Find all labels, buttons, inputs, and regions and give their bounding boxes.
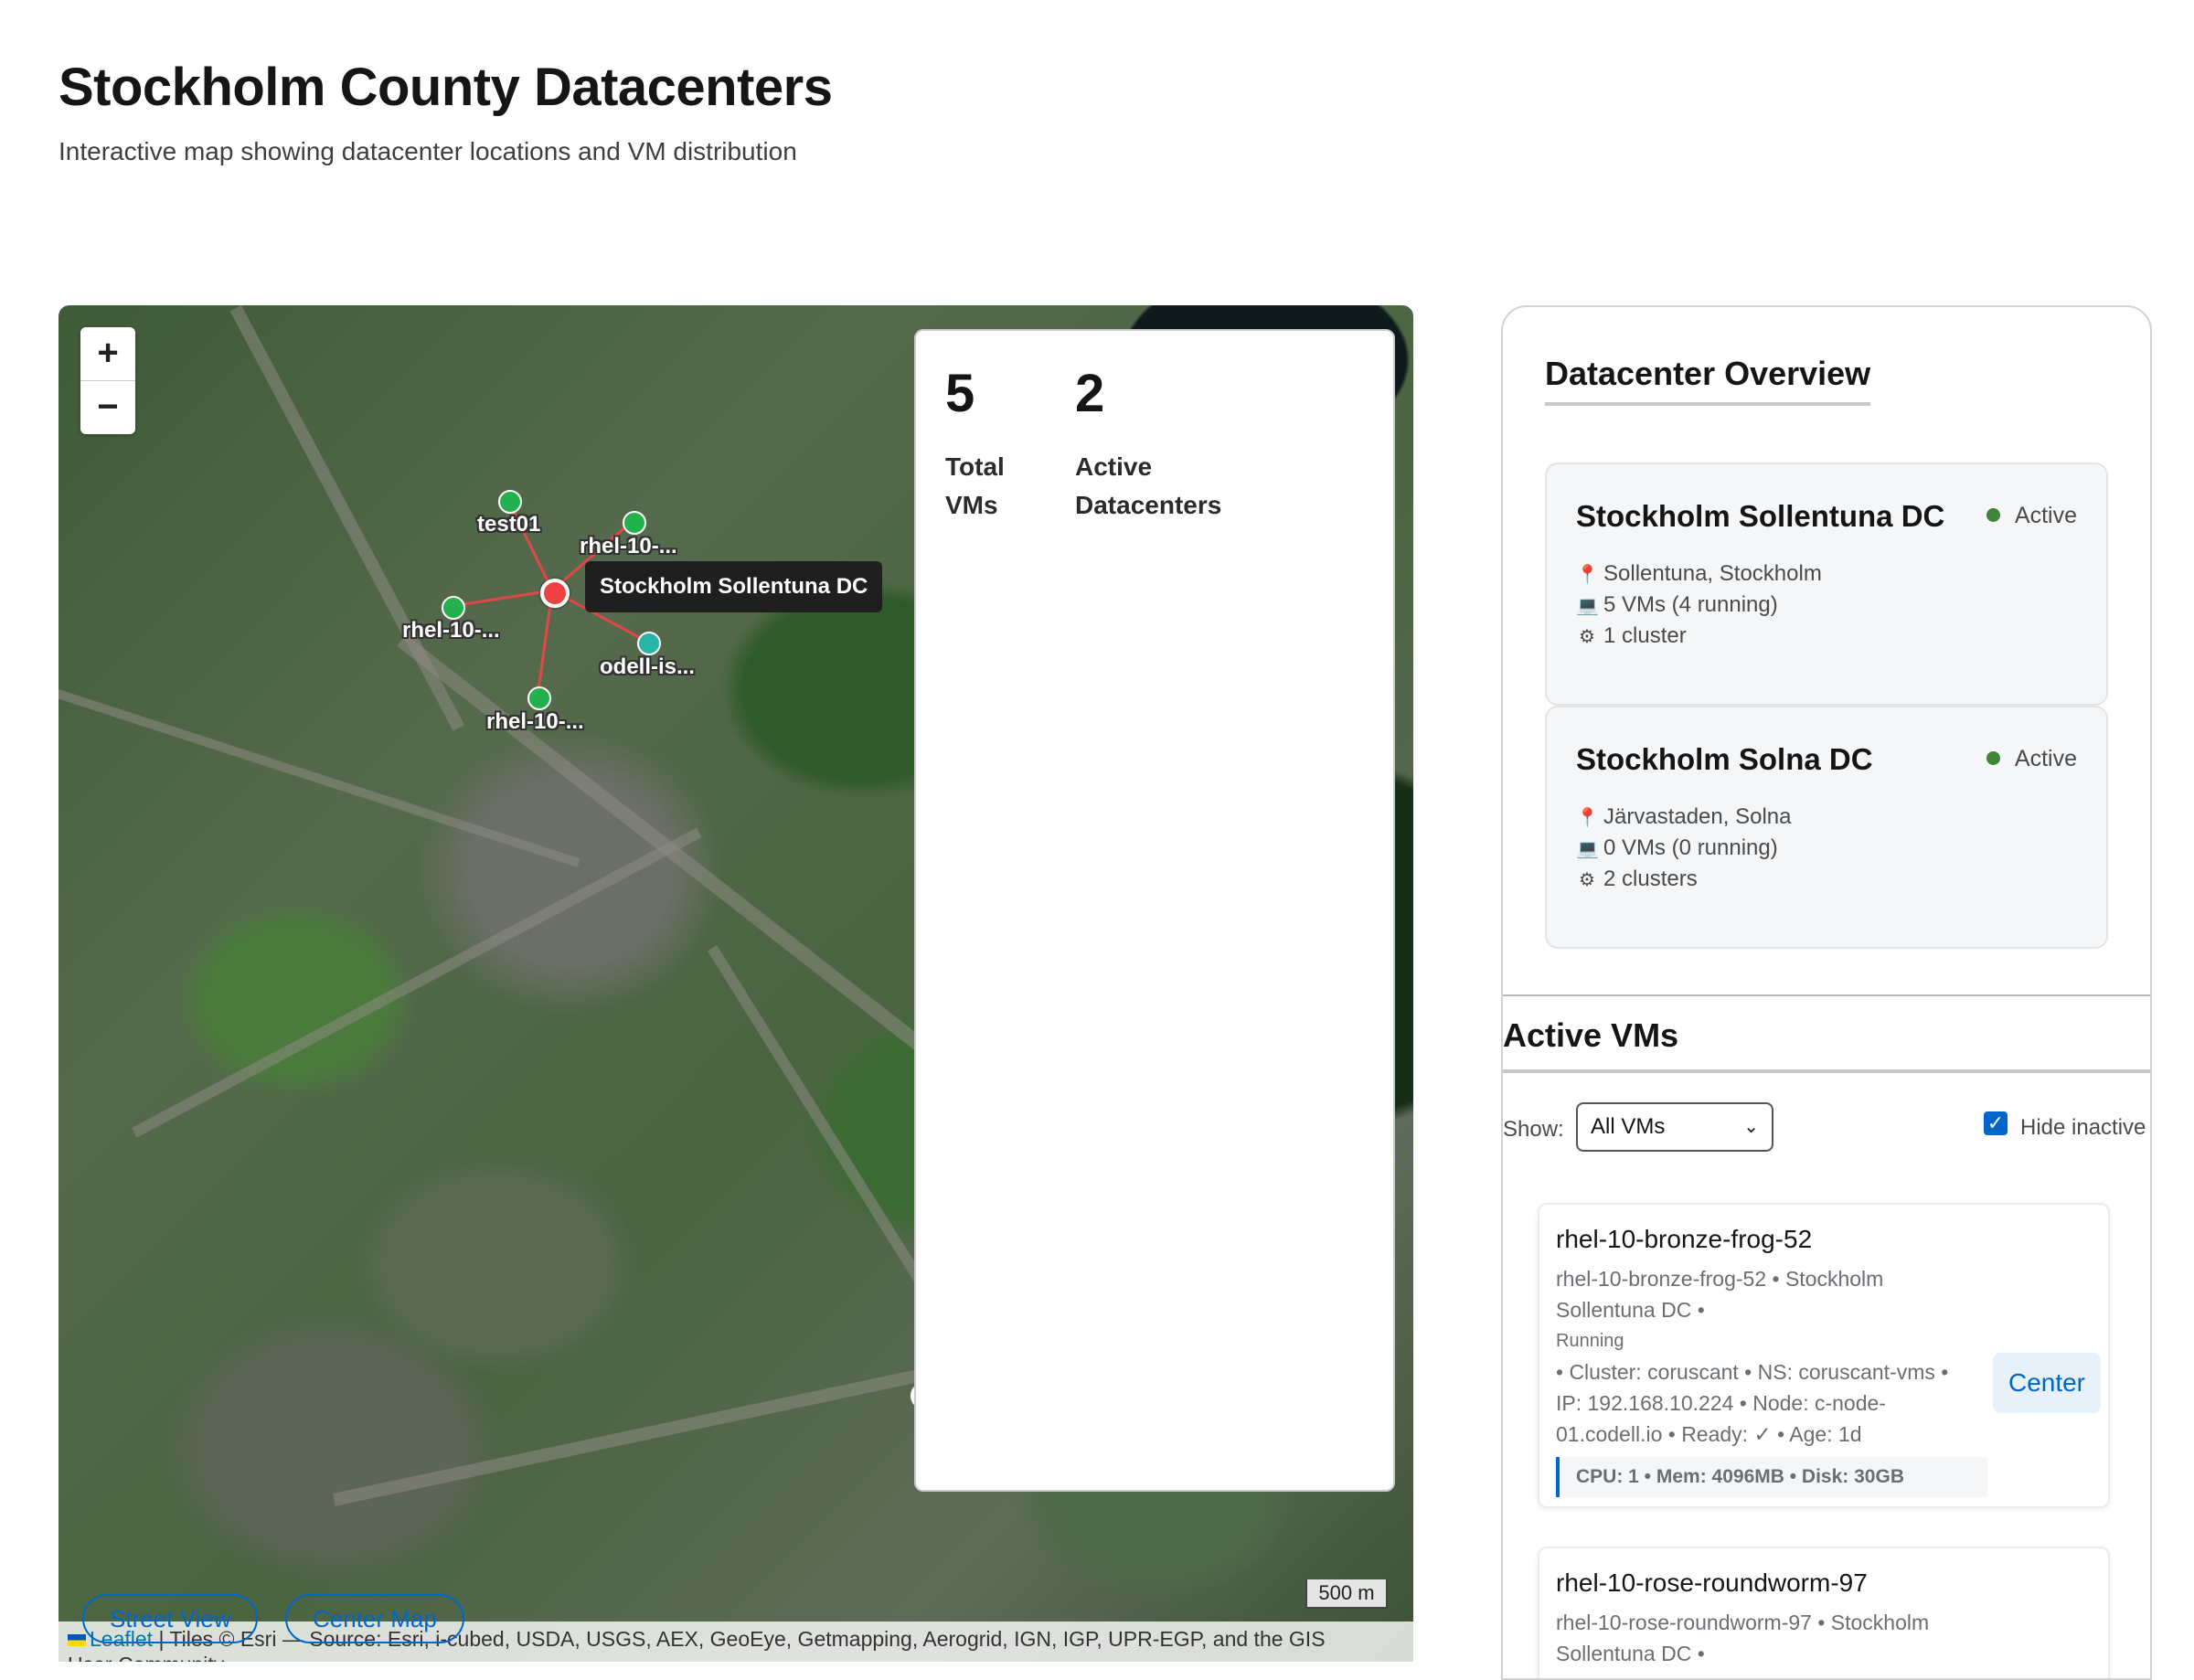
vm-card[interactable]: rhel-10-rose-roundworm-97 rhel-10-rose-r… [1538,1547,2110,1678]
vm-card[interactable]: rhel-10-bronze-frog-52 rhel-10-bronze-fr… [1538,1203,2110,1508]
stats-overlay: 5 Total VMs 2 Active Datacenters [914,329,1395,1492]
datacenter-name: Stockholm Sollentuna DC [1576,499,1945,533]
datacenter-vm-count: 💻 5 VMs (4 running) [1576,592,1778,617]
vm-marker[interactable] [637,632,661,655]
vm-marker-label: rhel-10-... [580,534,677,558]
datacenter-clusters: ⚙ 1 cluster [1576,623,1687,649]
pin-icon: 📍 [1576,808,1599,828]
vm-name: rhel-10-bronze-frog-52 [1556,1225,1813,1253]
datacenter-location: 📍 Järvastaden, Solna [1576,804,1792,829]
divider [1503,994,2150,996]
active-vms-heading: Active VMs [1503,1016,1679,1054]
page-subtitle: Interactive map showing datacenter locat… [59,137,797,165]
show-filter-select[interactable]: All VMs ⌄ [1576,1102,1773,1152]
map[interactable]: + − test01 rhel-10-... rhel-10-... odell… [59,305,1413,1662]
datacenter-name: Stockholm Solna DC [1576,742,1873,776]
hide-inactive-label: Hide inactive [2020,1115,2146,1140]
vm-marker[interactable] [623,511,646,535]
status-dot-icon [1986,508,2000,522]
laptop-icon: 💻 [1576,596,1599,616]
vm-marker-label: test01 [477,512,541,537]
side-panel: Datacenter Overview Stockholm Sollentuna… [1501,305,2152,1680]
show-filter-label: Show: [1503,1117,1564,1142]
attribution-text-line2: User Community [68,1653,224,1662]
vm-marker-label: rhel-10-... [402,618,500,643]
datacenter-clusters: ⚙ 2 clusters [1576,867,1698,892]
vm-marker-label: rhel-10-... [486,709,584,734]
datacenter-vm-count: 💻 0 VMs (0 running) [1576,835,1778,860]
datacenter-card[interactable]: Stockholm Sollentuna DC Active 📍 Sollentu… [1545,463,2108,706]
status-badge: Active [1986,746,2077,772]
total-vms-value: 5 [945,364,975,423]
scale-bar: 500 m [1305,1579,1388,1609]
gear-icon: ⚙ [1579,870,1595,890]
panel-heading: Datacenter Overview [1545,355,1871,406]
vm-details: rhel-10-rose-roundworm-97 • Stockholm So… [1556,1611,1930,1665]
hide-inactive-checkbox[interactable]: ✓ [1984,1111,2008,1135]
datacenter-tooltip: Stockholm Sollentuna DC [585,561,883,612]
center-map-button[interactable]: Center Map [285,1594,464,1643]
active-datacenters-value: 2 [1075,364,1105,423]
pin-icon: 📍 [1576,565,1599,585]
vm-marker[interactable] [527,686,551,710]
chevron-down-icon: ⌄ [1743,1117,1759,1137]
active-datacenters-stat: 2 Active Datacenters [1075,367,1240,525]
map-attribution: Leaflet | Tiles © Esri — Source: Esri, i… [59,1622,1413,1662]
laptop-icon: 💻 [1576,839,1599,859]
ukraine-flag-icon [68,1634,86,1647]
gear-icon: ⚙ [1579,627,1595,647]
total-vms-stat: 5 Total VMs [945,367,1028,525]
vm-marker[interactable] [498,490,522,514]
vm-name: rhel-10-rose-roundworm-97 [1556,1568,1868,1597]
vm-marker-label: odell-is... [600,654,696,679]
vm-resources: CPU: 1 • Mem: 4096MB • Disk: 30GB [1556,1457,1987,1497]
vm-details: rhel-10-bronze-frog-52 • Stockholm Solle… [1556,1263,1986,1450]
center-vm-button[interactable]: Center [1993,1353,2101,1413]
vm-marker[interactable] [442,596,465,620]
street-view-button[interactable]: Street View [82,1594,259,1643]
active-datacenters-label: Active Datacenters [1075,452,1222,519]
page-title: Stockholm County Datacenters [59,58,833,117]
divider [1503,1069,2150,1073]
total-vms-label: Total VMs [945,452,1005,519]
status-dot-icon [1986,751,2000,765]
datacenter-location: 📍 Sollentuna, Stockholm [1576,561,1822,586]
datacenter-card[interactable]: Stockholm Solna DC Active 📍 Järvastaden, … [1545,706,2108,949]
vm-status: Running [1556,1331,1624,1351]
datacenter-marker[interactable] [540,579,570,608]
status-badge: Active [1986,503,2077,529]
